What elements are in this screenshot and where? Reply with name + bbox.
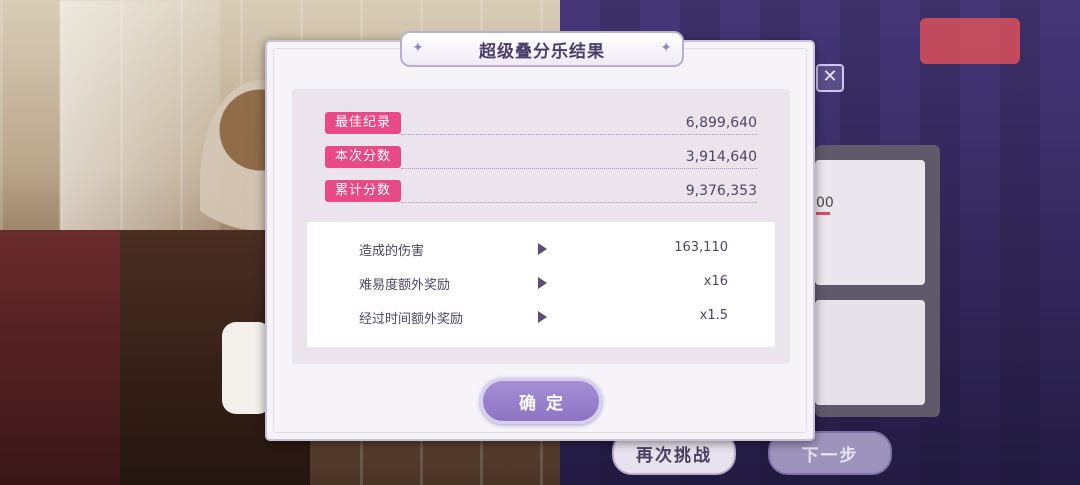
- bonus-label: 造成的伤害: [359, 244, 425, 259]
- bonus-value: x16: [703, 274, 728, 289]
- score-value: 6,899,640: [685, 115, 757, 131]
- sparkle-icon: ✦: [412, 40, 424, 56]
- confirm-button[interactable]: 确定: [480, 378, 602, 424]
- confirm-label: 确定: [519, 393, 573, 414]
- score-panel: 最佳纪录 6,899,640 本次分数 3,914,640 累计分数 9,376…: [292, 89, 790, 364]
- bonus-row-difficulty: 难易度额外奖励 x16: [307, 270, 775, 294]
- score-label: 最佳纪录: [325, 112, 402, 134]
- sparkle-icon: ✦: [660, 40, 672, 56]
- score-row-total: 累计分数 9,376,353: [325, 178, 757, 204]
- bonus-breakdown: 造成的伤害 163,110 难易度额外奖励 x16 经过时间额外奖励 x1.5: [307, 222, 775, 347]
- result-dialog: ✦ 超级叠分乐结果 ✦ 最佳纪录 6,899,640 本次分数 3,914,64…: [265, 31, 815, 441]
- bonus-label: 难易度额外奖励: [359, 278, 451, 293]
- dotted-leader: [401, 202, 757, 203]
- score-label: 本次分数: [325, 146, 402, 168]
- score-label: 累计分数: [325, 180, 402, 202]
- score-row-current: 本次分数 3,914,640: [325, 144, 757, 170]
- bonus-row-time: 经过时间额外奖励 x1.5: [307, 304, 775, 328]
- bonus-value: x1.5: [699, 308, 728, 323]
- bonus-value: 163,110: [674, 240, 728, 255]
- close-icon[interactable]: ✕: [816, 64, 844, 92]
- score-value: 9,376,353: [685, 183, 757, 199]
- play-arrow-icon: [538, 311, 547, 323]
- dotted-leader: [401, 134, 757, 135]
- play-arrow-icon: [538, 277, 547, 289]
- background-side-card: [815, 160, 925, 285]
- title-banner: ✦ 超级叠分乐结果 ✦: [400, 31, 684, 67]
- bonus-row-damage: 造成的伤害 163,110: [307, 236, 775, 260]
- background-red-panel: [920, 18, 1020, 64]
- score-row-best: 最佳纪录 6,899,640: [325, 110, 757, 136]
- score-value: 3,914,640: [685, 149, 757, 165]
- dialog-title: 超级叠分乐结果: [479, 41, 605, 62]
- play-arrow-icon: [538, 243, 547, 255]
- background-side-bar: [816, 212, 830, 215]
- background-side-card-lower: [815, 300, 925, 405]
- bonus-label: 经过时间额外奖励: [359, 312, 464, 327]
- background-side-value: 00: [816, 195, 834, 211]
- dotted-leader: [401, 168, 757, 169]
